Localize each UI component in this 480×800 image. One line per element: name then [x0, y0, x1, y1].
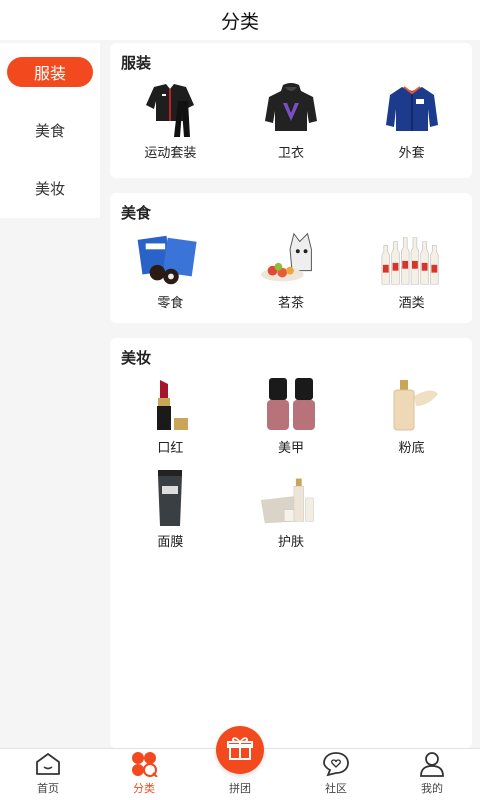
category-item-label: 零食: [157, 296, 184, 311]
group-buy-fab[interactable]: [216, 726, 264, 774]
sidebar-item-label: 美妆: [34, 179, 65, 198]
category-item-jacket[interactable]: 外套: [351, 75, 472, 169]
lipstick-icon: [136, 376, 204, 432]
page-header: 分类: [0, 0, 480, 40]
category-item-liquor[interactable]: 酒类: [351, 225, 472, 319]
tracksuit-icon: [136, 81, 204, 137]
section-title: 美食: [121, 204, 152, 222]
tab-label: 社区: [325, 782, 347, 795]
section-title: 服装: [121, 54, 152, 72]
category-item-label: 面膜: [157, 535, 184, 550]
category-item-label: 护肤: [277, 535, 304, 550]
category-item-label: 口红: [157, 441, 184, 456]
tab-label: 分类: [133, 782, 155, 795]
category-icon: [129, 750, 159, 778]
gift-icon: [227, 735, 253, 765]
section-clothing: 服装 运动套装 卫衣 外套: [110, 43, 472, 178]
category-item-label: 外套: [398, 146, 425, 161]
sidebar-item-label: 服装: [7, 57, 93, 87]
category-sidebar: 服装 美食 美妆: [0, 43, 100, 218]
sidebar-item-label: 美食: [34, 121, 65, 140]
snack-icon: [136, 231, 204, 287]
section-title: 美妆: [121, 349, 152, 367]
tab-category[interactable]: 分类: [96, 749, 192, 800]
category-item-hoodie[interactable]: 卫衣: [231, 75, 352, 169]
jacket-icon: [378, 81, 446, 137]
category-item-label: 酒类: [398, 296, 425, 311]
tab-label: 我的: [421, 782, 443, 795]
foundation-icon: [378, 376, 446, 432]
tab-home[interactable]: 首页: [0, 749, 96, 800]
tab-community[interactable]: 社区: [288, 749, 384, 800]
home-icon: [33, 750, 63, 778]
category-item-label: 粉底: [398, 441, 425, 456]
nail-polish-icon: [257, 376, 325, 432]
category-item-skincare[interactable]: 护肤: [231, 464, 352, 558]
category-item-lipstick[interactable]: 口红: [110, 370, 231, 464]
section-food: 美食 零食 茗茶 酒类: [110, 193, 472, 323]
hoodie-icon: [257, 81, 325, 137]
tab-label: 拼团: [229, 782, 251, 795]
section-beauty: 美妆 口红 美甲 粉底 面膜 护肤: [110, 338, 472, 748]
category-item-tracksuit[interactable]: 运动套装: [110, 75, 231, 169]
community-icon: [321, 750, 351, 778]
category-content: 服装 运动套装 卫衣 外套 美食 零食 茗茶 酒类 美妆 口红 美甲 粉底 面膜…: [110, 43, 472, 763]
skincare-icon: [257, 470, 325, 526]
liquor-icon: [378, 231, 446, 287]
category-item-snacks[interactable]: 零食: [110, 225, 231, 319]
category-item-nail-polish[interactable]: 美甲: [231, 370, 352, 464]
sidebar-item-beauty[interactable]: 美妆: [0, 159, 100, 217]
category-item-foundation[interactable]: 粉底: [351, 370, 472, 464]
tab-profile[interactable]: 我的: [384, 749, 480, 800]
category-item-label: 美甲: [277, 441, 304, 456]
category-item-label: 卫衣: [277, 146, 304, 161]
category-item-facial-mask[interactable]: 面膜: [110, 464, 231, 558]
page-title: 分类: [220, 10, 259, 33]
category-item-label: 茗茶: [277, 296, 304, 311]
sidebar-item-clothing[interactable]: 服装: [0, 43, 100, 101]
tea-icon: [257, 231, 325, 287]
profile-icon: [417, 750, 447, 778]
category-item-label: 运动套装: [144, 146, 197, 161]
category-item-tea[interactable]: 茗茶: [231, 225, 352, 319]
tab-label: 首页: [37, 782, 59, 795]
sidebar-item-food[interactable]: 美食: [0, 101, 100, 159]
facial-mask-icon: [136, 470, 204, 526]
